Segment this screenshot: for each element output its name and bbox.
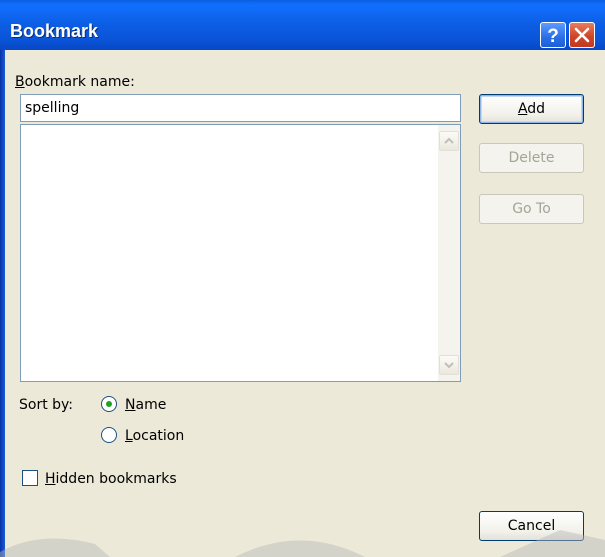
bookmark-name-label: Bookmark name: [15, 74, 135, 90]
bookmark-name-input[interactable]: spelling [20, 94, 461, 122]
hidden-bookmarks-checkbox[interactable] [22, 470, 38, 486]
sort-by-label: Sort by: [19, 397, 74, 413]
close-button[interactable] [569, 22, 595, 48]
sort-location-label[interactable]: Location [125, 428, 184, 444]
close-icon [574, 27, 590, 43]
question-mark-icon: ? [547, 26, 559, 47]
dialog-title: Bookmark [10, 21, 99, 41]
scroll-down-button[interactable] [439, 355, 459, 375]
help-button[interactable]: ? [540, 22, 566, 48]
sort-name-label[interactable]: Name [125, 397, 166, 413]
sort-name-radio[interactable] [101, 396, 117, 412]
svg-text:?: ? [547, 26, 559, 47]
radio-selected-dot [106, 401, 112, 407]
chevron-up-icon [444, 137, 454, 144]
cancel-button[interactable]: Cancel [479, 511, 584, 541]
bookmark-list[interactable] [20, 124, 461, 382]
sort-location-radio[interactable] [101, 427, 117, 443]
scroll-up-button[interactable] [439, 131, 459, 151]
add-button[interactable]: Add [479, 94, 584, 124]
delete-button[interactable]: Delete [479, 143, 584, 173]
hidden-bookmarks-label[interactable]: Hidden bookmarks [45, 471, 177, 487]
list-scrollbar[interactable] [438, 125, 460, 381]
goto-button[interactable]: Go To [479, 194, 584, 224]
bookmark-dialog: Bookmark ? Bookmark name: spelling Add D… [0, 0, 605, 557]
title-bar[interactable]: Bookmark ? [0, 0, 605, 50]
chevron-down-icon [444, 362, 454, 369]
